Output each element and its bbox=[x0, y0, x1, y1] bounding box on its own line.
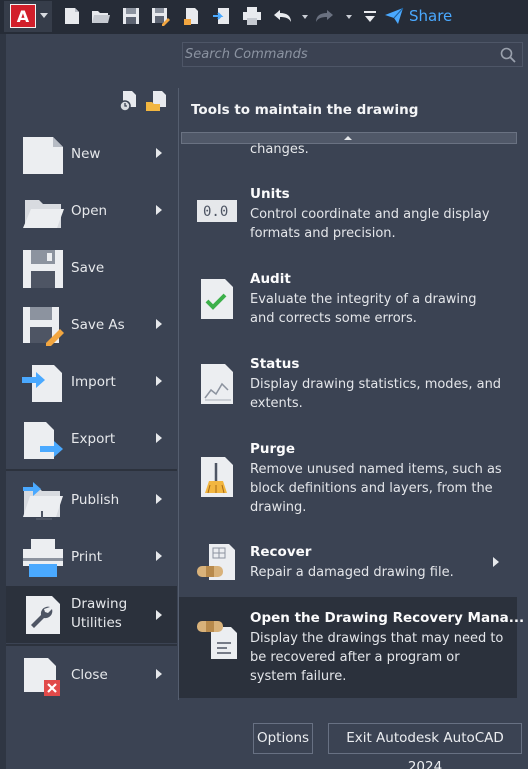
menu-item-label: Close bbox=[71, 667, 108, 683]
scroll-up-button[interactable] bbox=[181, 132, 517, 144]
drawing-recovery-manager-icon bbox=[197, 621, 237, 659]
save-as-icon[interactable] bbox=[150, 6, 170, 26]
menu-item-label-line1: Drawing bbox=[71, 596, 128, 612]
menu-item-open[interactable]: Open bbox=[6, 183, 177, 240]
search-icon[interactable] bbox=[500, 47, 516, 63]
redo-dropdown-chevron-icon[interactable] bbox=[346, 15, 352, 19]
publish-icon bbox=[23, 482, 63, 520]
chevron-right-icon bbox=[156, 205, 162, 215]
application-button[interactable]: A bbox=[4, 1, 52, 32]
chevron-right-icon bbox=[156, 433, 162, 443]
submenu-item-title: Status bbox=[250, 356, 300, 372]
menu-item-label: Export bbox=[71, 431, 116, 447]
menu-item-new[interactable]: New bbox=[6, 126, 177, 183]
open-from-web-icon[interactable] bbox=[182, 6, 202, 26]
customize-icon[interactable] bbox=[360, 6, 380, 26]
submenu-item-purge[interactable]: Purge Remove unused named items, such as… bbox=[179, 433, 517, 533]
menu-item-save[interactable]: Save bbox=[6, 240, 177, 297]
chevron-right-icon bbox=[156, 551, 162, 561]
recent-documents-icon[interactable] bbox=[118, 90, 140, 112]
submenu-item-title: Purge bbox=[250, 441, 295, 457]
share-label[interactable]: Share bbox=[409, 7, 452, 25]
units-icon-text: 0.0 bbox=[203, 204, 229, 220]
save-icon[interactable] bbox=[121, 6, 141, 26]
submenu-item-recover[interactable]: Recover Repair a damaged drawing file. bbox=[179, 536, 517, 596]
exit-application-button[interactable]: Exit Autodesk AutoCAD 2024 bbox=[328, 723, 522, 769]
purge-icon bbox=[201, 457, 233, 497]
submenu-title: Tools to maintain the drawing bbox=[191, 102, 419, 118]
new-icon[interactable] bbox=[62, 6, 82, 26]
application-menu-window: A Share Search Commands New Open Save Sa… bbox=[0, 0, 528, 769]
undo-dropdown-chevron-icon[interactable] bbox=[302, 15, 308, 19]
menu-item-drawing-utilities[interactable]: Drawing Utilities bbox=[6, 586, 177, 643]
submenu-item-description: Display the drawings that may need to be… bbox=[250, 631, 504, 684]
wrench-icon bbox=[26, 596, 60, 634]
search-input[interactable] bbox=[185, 43, 485, 66]
open-documents-icon[interactable] bbox=[145, 90, 167, 112]
open-folder-icon bbox=[23, 200, 64, 228]
menu-item-publish[interactable]: Publish bbox=[6, 472, 177, 529]
menu-separator bbox=[6, 644, 177, 646]
submenu-item-units[interactable]: 0.0 Units Control coordinate and angle d… bbox=[179, 178, 517, 260]
submenu-item-description: Repair a damaged drawing file. bbox=[250, 565, 454, 580]
chevron-right-icon bbox=[156, 319, 162, 329]
new-document-icon bbox=[23, 137, 63, 174]
submenu-item-audit[interactable]: Audit Evaluate the integrity of a drawin… bbox=[179, 263, 517, 345]
cut-off-text: changes. bbox=[250, 142, 309, 157]
menu-item-label: Publish bbox=[71, 492, 120, 508]
submenu-item-description: Evaluate the integrity of a drawing and … bbox=[250, 292, 477, 326]
submenu-item-title: Recover bbox=[250, 544, 312, 560]
save-as-icon bbox=[23, 307, 64, 346]
chevron-right-icon bbox=[493, 557, 499, 567]
open-icon[interactable] bbox=[91, 6, 111, 26]
chevron-right-icon bbox=[156, 610, 162, 620]
menu-item-label-line2: Utilities bbox=[71, 615, 122, 631]
menu-item-label: Save bbox=[71, 260, 105, 276]
chevron-right-icon bbox=[156, 148, 162, 158]
menu-item-import[interactable]: Import bbox=[6, 354, 177, 411]
drawing-utilities-submenu: Tools to maintain the drawing changes. 0… bbox=[178, 88, 528, 700]
menu-item-label: New bbox=[71, 146, 101, 162]
recover-icon bbox=[197, 544, 235, 580]
redo-icon[interactable] bbox=[314, 6, 334, 26]
audit-icon bbox=[201, 279, 233, 319]
chevron-right-icon bbox=[156, 376, 162, 386]
menu-item-close[interactable]: Close bbox=[6, 647, 177, 704]
chevron-down-icon bbox=[40, 13, 48, 18]
undo-icon[interactable] bbox=[273, 6, 293, 26]
submenu-item-title: Audit bbox=[250, 271, 291, 287]
save-to-web-icon[interactable] bbox=[212, 6, 232, 26]
submenu-item-title: Units bbox=[250, 186, 290, 202]
close-document-icon bbox=[24, 658, 60, 696]
menu-item-save-as[interactable]: Save As bbox=[6, 297, 177, 354]
submenu-item-description: Control coordinate and angle display for… bbox=[250, 207, 490, 241]
menu-item-export[interactable]: Export bbox=[6, 411, 177, 468]
autocad-logo: A bbox=[10, 4, 36, 28]
export-icon bbox=[24, 422, 63, 459]
share-icon[interactable] bbox=[384, 6, 404, 26]
menu-item-label: Open bbox=[71, 203, 108, 219]
submenu-item-description: Remove unused named items, such as block… bbox=[250, 462, 502, 515]
import-icon bbox=[22, 365, 62, 402]
submenu-item-status[interactable]: Status Display drawing statistics, modes… bbox=[179, 348, 517, 430]
menu-item-label: Print bbox=[71, 549, 103, 565]
menu-item-label: Import bbox=[71, 374, 116, 390]
submenu-item-drawing-recovery-manager[interactable]: Open the Drawing Recovery Mana... Displa… bbox=[179, 597, 524, 698]
status-icon bbox=[201, 364, 233, 404]
submenu-item-description: Display drawing statistics, modes, and e… bbox=[250, 377, 502, 411]
chevron-right-icon bbox=[156, 669, 162, 679]
options-button[interactable]: Options bbox=[253, 723, 313, 754]
chevron-right-icon bbox=[156, 494, 162, 504]
search-commands-box[interactable] bbox=[182, 42, 523, 67]
submenu-item-title: Open the Drawing Recovery Mana... bbox=[250, 610, 525, 626]
plot-icon[interactable] bbox=[242, 6, 262, 26]
quick-access-toolbar: A Share bbox=[0, 0, 528, 34]
menu-separator bbox=[6, 469, 177, 471]
menu-item-label: Save As bbox=[71, 317, 125, 333]
printer-icon bbox=[23, 539, 63, 577]
menu-item-print[interactable]: Print bbox=[6, 529, 177, 586]
save-disk-icon bbox=[23, 250, 63, 288]
